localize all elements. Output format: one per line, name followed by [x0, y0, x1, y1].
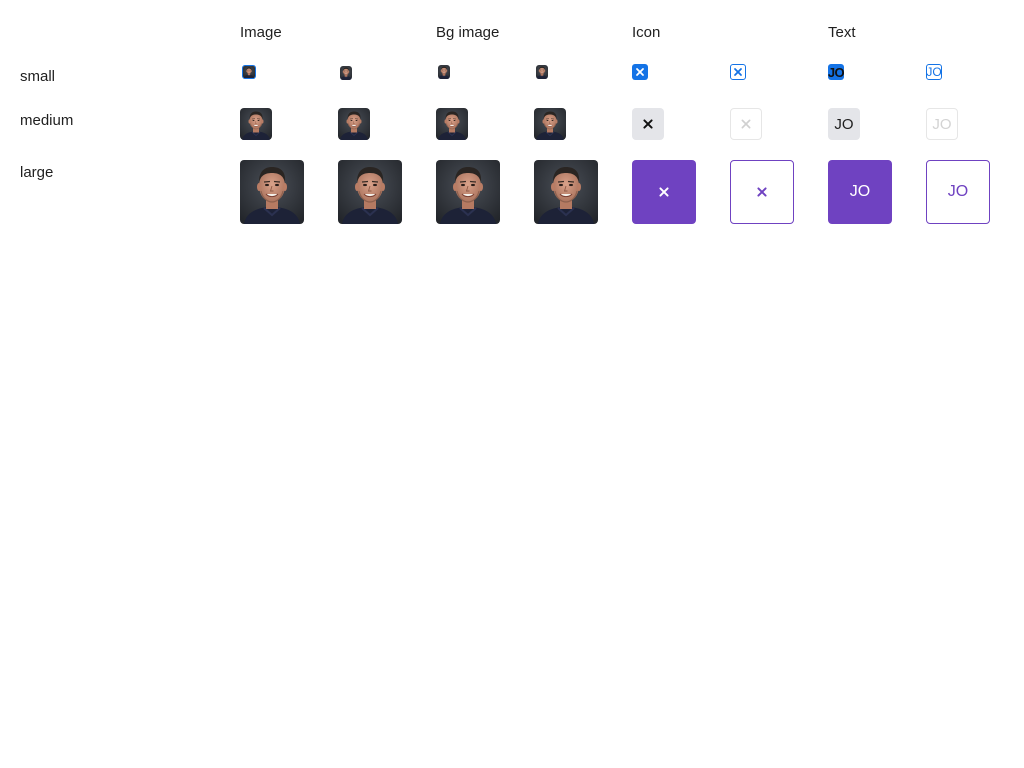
- avatar-icon-large-outline[interactable]: [730, 160, 794, 224]
- avatar-text-small-outline[interactable]: JO: [926, 64, 942, 80]
- avatar-bg-image-medium-alt[interactable]: [534, 108, 566, 140]
- portrait-image: [436, 160, 500, 224]
- avatar-icon-large-filled[interactable]: [632, 160, 696, 224]
- column-header-icon: Icon: [632, 24, 661, 41]
- avatar-icon-small-outline[interactable]: [730, 64, 746, 80]
- avatar-image-small-focused[interactable]: [242, 65, 256, 79]
- avatar-icon-small-filled[interactable]: [632, 64, 648, 80]
- close-icon: [734, 68, 742, 76]
- portrait-image: [438, 65, 450, 79]
- avatar-icon-medium-filled[interactable]: [632, 108, 664, 140]
- column-header-bg-image: Bg image: [436, 24, 500, 41]
- portrait-image: [243, 66, 255, 78]
- portrait-image: [436, 108, 468, 140]
- avatar-text-large-outline[interactable]: JO: [926, 160, 990, 224]
- avatar-image-medium-alt[interactable]: [338, 108, 370, 140]
- avatar-text-small-filled[interactable]: JO: [828, 64, 844, 80]
- row-label-small: small: [20, 68, 56, 85]
- close-icon: [659, 187, 669, 197]
- avatar-bg-image-medium[interactable]: [436, 108, 468, 140]
- close-icon: [757, 187, 767, 197]
- avatar-text-large-filled[interactable]: JO: [828, 160, 892, 224]
- portrait-image: [338, 108, 370, 140]
- avatar-text-medium-filled[interactable]: JO: [828, 108, 860, 140]
- close-icon: [741, 119, 751, 129]
- avatar-bg-image-large-alt[interactable]: [534, 160, 598, 224]
- row-label-medium: medium: [20, 112, 74, 129]
- portrait-image: [536, 65, 548, 79]
- portrait-image: [240, 160, 304, 224]
- avatar-text-medium-outline[interactable]: JO: [926, 108, 958, 140]
- avatar-image-medium[interactable]: [240, 108, 272, 140]
- close-icon: [636, 68, 644, 76]
- avatar-image-small[interactable]: [340, 66, 352, 80]
- portrait-image: [534, 160, 598, 224]
- row-label-large: large: [20, 164, 54, 181]
- portrait-image: [240, 108, 272, 140]
- close-icon: [643, 119, 653, 129]
- avatar-bg-image-small[interactable]: [438, 65, 450, 79]
- portrait-image: [340, 66, 352, 80]
- avatar-image-large-alt[interactable]: [338, 160, 402, 224]
- column-header-image: Image: [240, 24, 282, 41]
- avatar-icon-medium-outline[interactable]: [730, 108, 762, 140]
- avatar-bg-image-small-alt[interactable]: [536, 65, 548, 79]
- avatar-bg-image-large[interactable]: [436, 160, 500, 224]
- column-header-text: Text: [828, 24, 856, 41]
- avatar-image-large[interactable]: [240, 160, 304, 224]
- portrait-image: [534, 108, 566, 140]
- avatar-demo-grid: Image Bg image Icon Text small medium la…: [0, 0, 1024, 768]
- portrait-image: [338, 160, 402, 224]
